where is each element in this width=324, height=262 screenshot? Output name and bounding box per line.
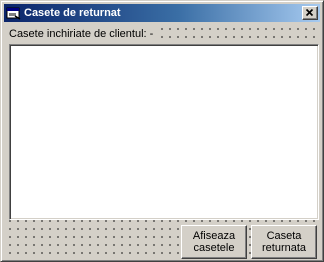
rented-cassettes-list[interactable] bbox=[9, 44, 319, 220]
close-button[interactable] bbox=[302, 6, 318, 20]
client-rentals-label: Casete inchiriate de clientul: - bbox=[9, 27, 156, 41]
form-client-area: Casete inchiriate de clientul: - Afiseaz… bbox=[4, 23, 320, 259]
return-cassette-button[interactable]: Caseta returnata bbox=[251, 225, 317, 259]
show-cassettes-label-line2: casetele bbox=[193, 242, 235, 254]
window-title: Casete de returnat bbox=[24, 7, 121, 19]
title-bar[interactable]: Casete de returnat bbox=[4, 4, 320, 22]
close-icon bbox=[305, 8, 314, 17]
show-cassettes-button[interactable]: Afiseaza casetele bbox=[181, 225, 247, 259]
return-cassette-label-line1: Caseta bbox=[266, 230, 302, 242]
return-cassette-label-line2: returnata bbox=[261, 242, 307, 254]
app-window-icon[interactable] bbox=[6, 5, 22, 21]
main-window: Casete de returnat Casete inchiriate de … bbox=[0, 0, 324, 262]
show-cassettes-label-line1: Afiseaza bbox=[192, 230, 236, 242]
